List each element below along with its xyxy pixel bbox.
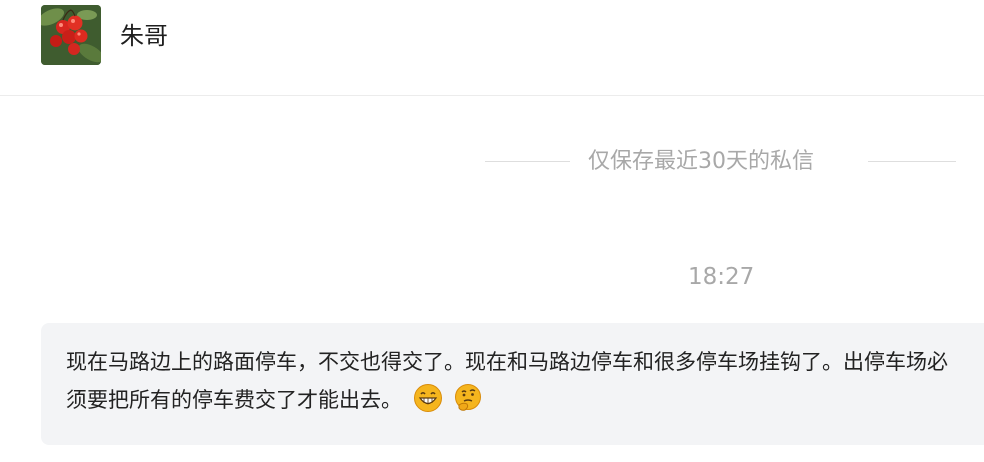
thinking-face-emoji-icon <box>455 384 482 411</box>
contact-name: 朱哥 <box>120 22 168 50</box>
grinning-face-emoji-icon <box>413 384 442 412</box>
message-content: 现在马路边上的路面停车，不交也得交了。现在和马路边停车和很多停车场挂钩了。出停车… <box>66 343 966 419</box>
avatar[interactable] <box>41 5 101 65</box>
message-bubble[interactable]: 现在马路边上的路面停车，不交也得交了。现在和马路边停车和很多停车场挂钩了。出停车… <box>41 323 984 445</box>
cherry-photo-icon <box>41 5 101 65</box>
chat-header: 朱哥 <box>0 0 984 96</box>
message-timestamp: 18:27 <box>688 264 755 290</box>
chat-window: 朱哥 仅保存最近30天的私信 18:27 现在马路边上的路面停车，不交也得交了。… <box>0 0 984 462</box>
retention-notice: 仅保存最近30天的私信 <box>588 149 814 174</box>
message-text: 现在马路边上的路面停车，不交也得交了。现在和马路边停车和很多停车场挂钩了。出停车… <box>66 350 948 412</box>
divider-left <box>485 161 570 162</box>
divider-right <box>868 161 956 162</box>
